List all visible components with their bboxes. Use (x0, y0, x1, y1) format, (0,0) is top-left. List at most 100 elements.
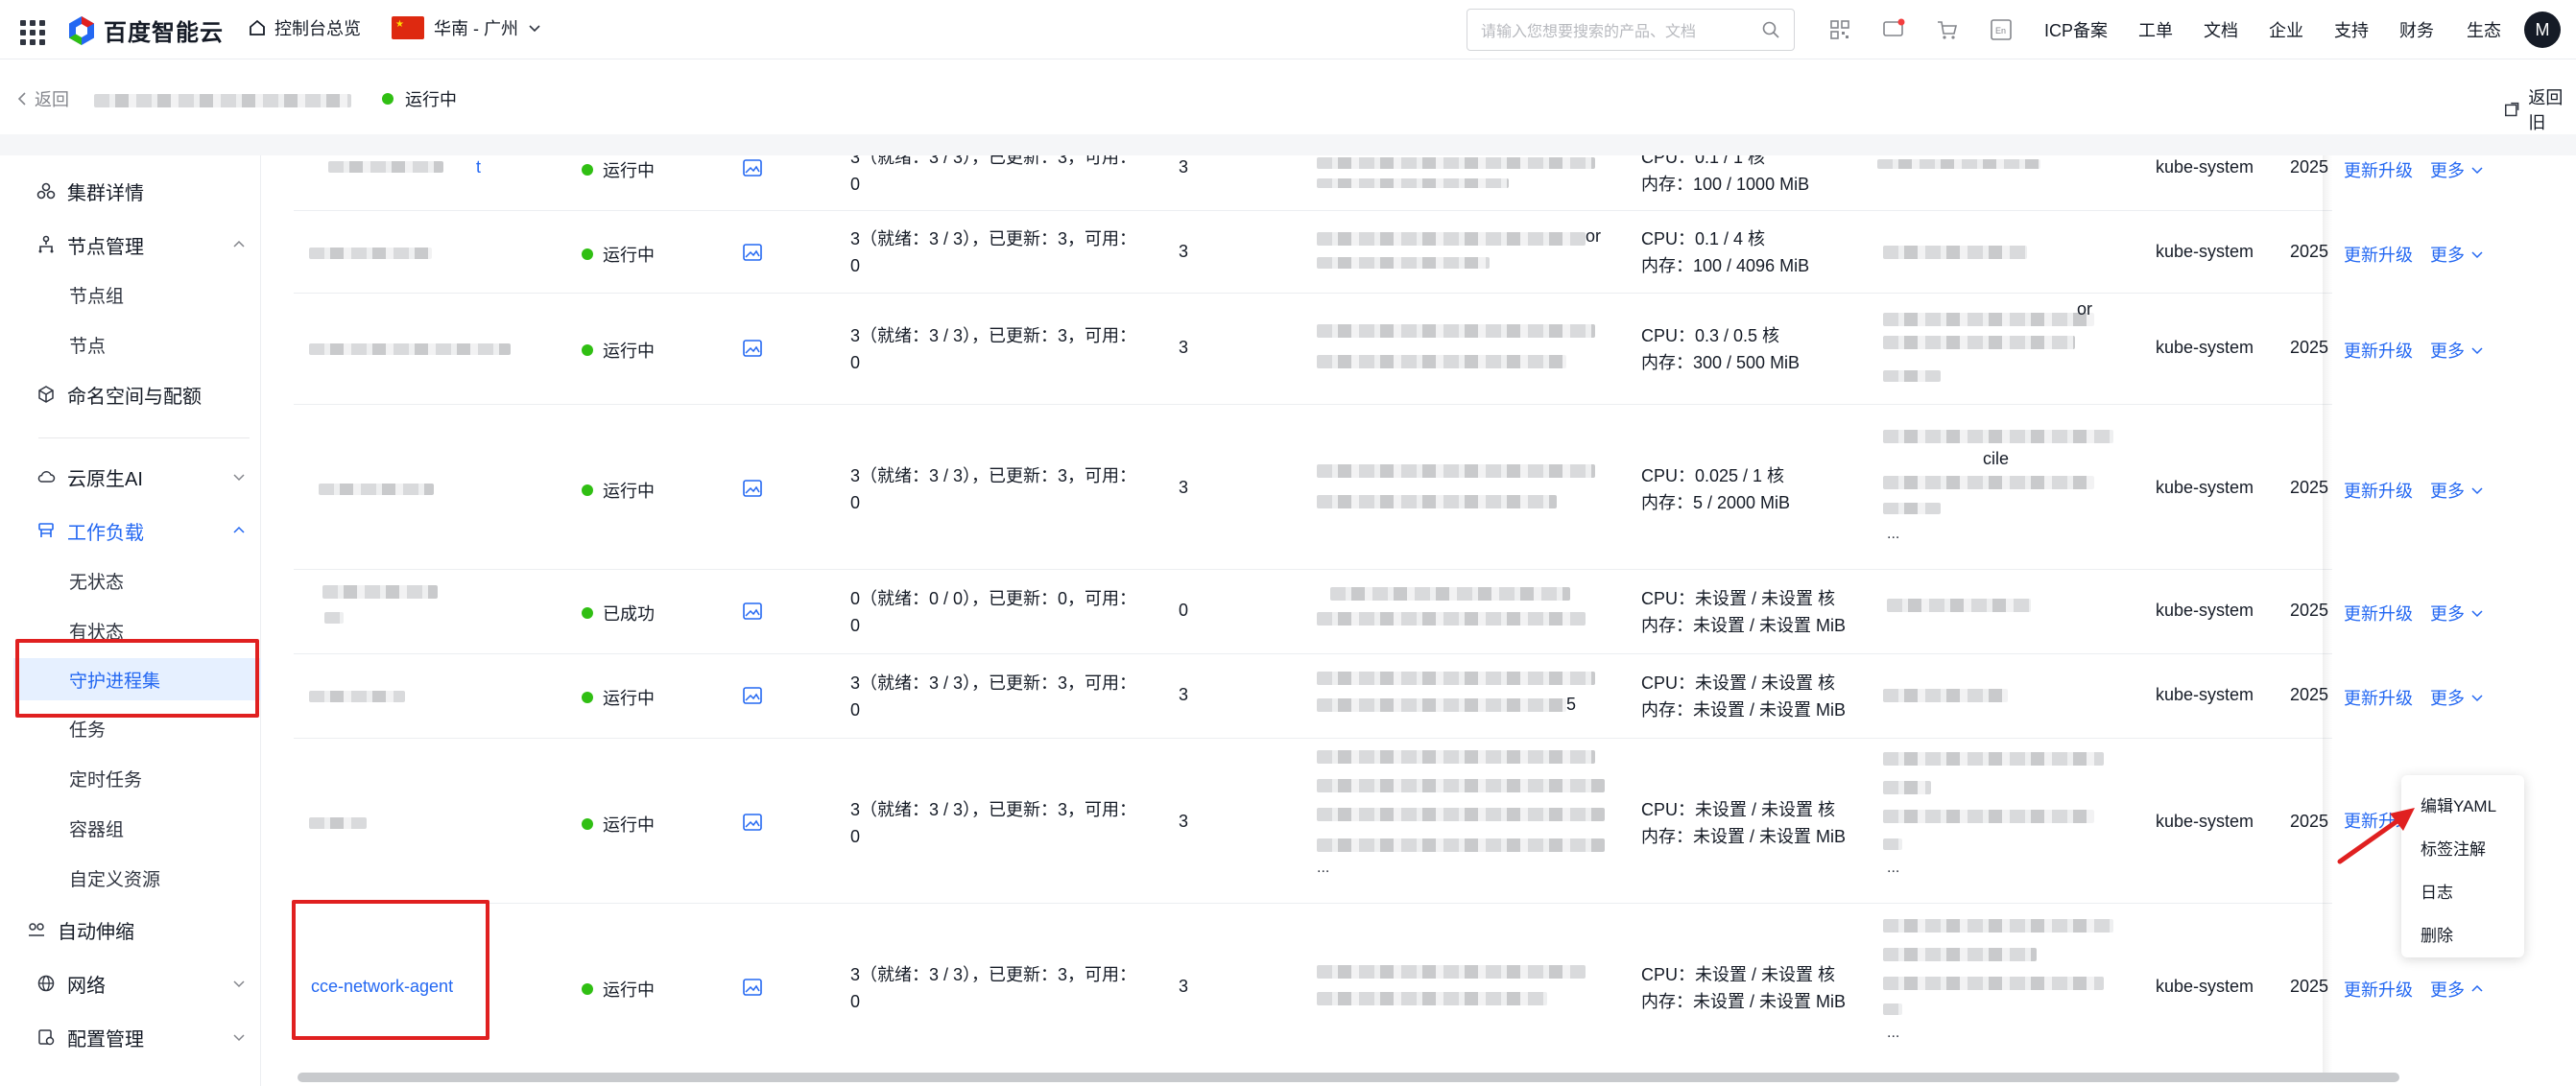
status-text: 运行中 (603, 482, 655, 501)
highlight-box-daemonset (15, 639, 259, 718)
image-icon[interactable] (743, 159, 762, 177)
sidebar-item-node[interactable]: 节点 (13, 328, 261, 361)
qr-icon[interactable] (1827, 17, 1852, 42)
sidebar-item-node-management[interactable]: 节点管理 (13, 228, 261, 261)
region-selector[interactable]: ★ 华南 - 广州 (392, 15, 541, 40)
labels-ellipsis[interactable]: ... (1887, 526, 1899, 543)
image-icon[interactable] (743, 979, 762, 996)
workload-name-redacted[interactable] (324, 612, 344, 624)
upgrade-button[interactable]: 更新升级 (2344, 685, 2413, 710)
avatar[interactable]: M (2524, 12, 2561, 48)
workload-name-redacted[interactable] (309, 817, 367, 829)
cart-icon[interactable] (1935, 17, 1960, 42)
sidebar-item-node-group[interactable]: 节点组 (13, 278, 261, 311)
image-redacted (1317, 838, 1605, 852)
more-button[interactable]: 更多 (2430, 478, 2484, 503)
chevron-down-icon (233, 1034, 245, 1042)
upgrade-button[interactable]: 更新升级 (2344, 601, 2413, 626)
menu-enterprise[interactable]: 企业 (2269, 17, 2303, 42)
memory-quota: 内存：100 / 1000 MiB (1641, 175, 1810, 194)
more-button[interactable]: 更多 (2430, 685, 2484, 710)
sidebar-item-pod[interactable]: 容器组 (13, 812, 261, 844)
chevron-down-icon (233, 980, 245, 988)
region-label: 华南 - 广州 (434, 19, 518, 38)
message-icon[interactable] (1881, 17, 1906, 42)
sidebar-item-config-management[interactable]: 配置管理 (13, 1021, 261, 1053)
sidebar-item-namespace-quota[interactable]: 命名空间与配额 (13, 378, 261, 411)
cluster-icon (36, 182, 56, 200)
node-tree-icon (38, 235, 54, 253)
workload-name-fragment[interactable]: t (476, 157, 481, 177)
status-badge: 运行中 (582, 242, 655, 267)
image-redacted (1317, 779, 1605, 792)
labels-redacted (1883, 476, 2094, 489)
upgrade-button[interactable]: 更新升级 (2344, 157, 2413, 182)
cpu-quota: CPU：0.3 / 0.5 核 (1641, 326, 1780, 345)
more-button[interactable]: 更多 (2430, 601, 2484, 626)
more-label: 更多 (2430, 980, 2465, 1000)
upgrade-button[interactable]: 更新升级 (2344, 478, 2413, 503)
menu-support[interactable]: 支持 (2334, 17, 2369, 42)
more-button-open[interactable]: 更多 (2430, 977, 2484, 1002)
upgrade-button[interactable]: 更新升级 (2344, 338, 2413, 363)
more-button[interactable]: 更多 (2430, 338, 2484, 363)
image-icon[interactable] (743, 244, 762, 261)
menu-icp[interactable]: ICP备案 (2044, 17, 2108, 42)
sidebar-item-cluster-details[interactable]: 集群详情 (13, 175, 261, 207)
menu-item-delete[interactable]: 删除 (2401, 914, 2524, 957)
image-redacted (1317, 808, 1605, 821)
status-dot-icon (582, 818, 593, 830)
sidebar-item-cronjob[interactable]: 定时任务 (13, 762, 261, 794)
workload-name-redacted[interactable] (328, 161, 443, 173)
pods-status-line2: 0 (850, 992, 861, 1011)
menu-finance[interactable]: 财务 (2399, 17, 2434, 42)
sidebar-item-workload[interactable]: 工作负载 (13, 514, 261, 547)
replica-count: 3 (1179, 478, 1189, 497)
replica-count: 3 (1179, 338, 1189, 357)
more-button[interactable]: 更多 (2430, 157, 2484, 182)
console-overview-link[interactable]: 控制台总览 (248, 15, 361, 40)
search-icon[interactable] (1761, 20, 1780, 39)
search-input[interactable]: 请输入您想要搜索的产品、文档 (1467, 9, 1795, 51)
apps-grid-icon[interactable] (15, 15, 45, 45)
globe-icon (37, 975, 55, 992)
labels-ellipsis[interactable]: ... (1887, 1025, 1899, 1042)
workload-name-redacted[interactable] (319, 484, 434, 495)
workload-name-redacted[interactable] (322, 585, 438, 599)
menu-docs[interactable]: 文档 (2204, 17, 2238, 42)
menu-ticket[interactable]: 工单 (2138, 17, 2173, 42)
horizontal-scrollbar[interactable] (298, 1073, 2399, 1082)
return-old-version-link[interactable]: 返回旧 (2503, 84, 2576, 134)
lang-en-icon[interactable]: En (1989, 17, 2014, 42)
sidebar-item-network[interactable]: 网络 (13, 967, 261, 1000)
pods-status-line2: 0 (850, 493, 861, 512)
upgrade-button[interactable]: 更新升级 (2344, 977, 2413, 1002)
labels-redacted (1883, 336, 2075, 349)
menu-ecosystem[interactable]: 生态 (2467, 17, 2501, 42)
image-icon[interactable] (743, 687, 762, 704)
sidebar-item-cloud-native-ai[interactable]: 云原生AI (13, 460, 261, 493)
sidebar-item-custom-resource[interactable]: 自定义资源 (13, 862, 261, 894)
sidebar-item-autoscale[interactable]: 自动伸缩 (13, 913, 261, 946)
back-button[interactable]: 返回 (17, 86, 69, 111)
labels-redacted (1883, 689, 2008, 702)
chevron-up-icon (233, 526, 245, 533)
image-icon[interactable] (743, 480, 762, 497)
image-icon[interactable] (743, 602, 762, 620)
more-button[interactable]: 更多 (2430, 242, 2484, 267)
labels-redacted (1883, 1003, 1902, 1015)
labels-ellipsis[interactable]: ... (1887, 860, 1899, 877)
workload-name-redacted[interactable] (309, 691, 405, 702)
resource-quota: CPU：未设置 / 未设置 核内存：未设置 / 未设置 MiB (1641, 961, 1846, 1015)
workload-name-redacted[interactable] (309, 248, 432, 259)
sidebar-item-deployment[interactable]: 无状态 (13, 564, 261, 597)
image-icon[interactable] (743, 814, 762, 831)
image-ellipsis[interactable]: ... (1317, 860, 1329, 877)
workload-name-redacted[interactable] (309, 343, 511, 355)
image-icon[interactable] (743, 340, 762, 357)
pods-status-line2: 0 (850, 700, 861, 720)
autoscale-icon (29, 923, 44, 936)
brand-logo[interactable]: 百度智能云 (67, 13, 224, 47)
pods-status-line2: 0 (850, 353, 861, 372)
upgrade-button[interactable]: 更新升级 (2344, 242, 2413, 267)
